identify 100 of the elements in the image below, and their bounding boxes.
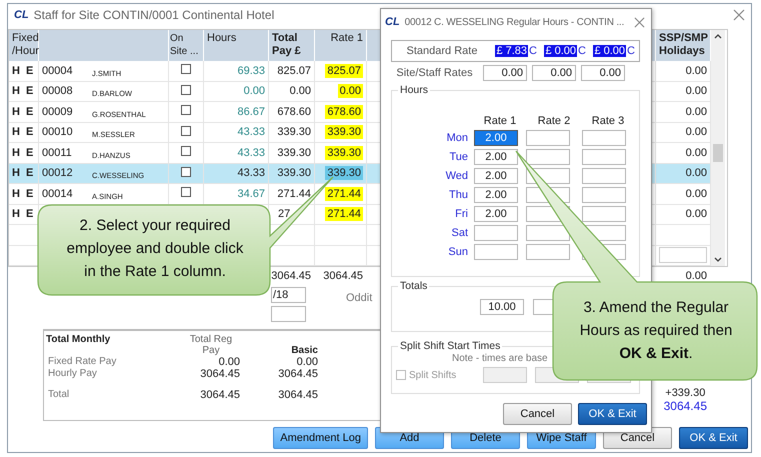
column-header: Rate 3: [590, 115, 626, 127]
total-value: 3064.45: [323, 270, 363, 282]
table-cell: 0.00: [290, 85, 311, 98]
hours-field[interactable]: [526, 244, 570, 260]
dialog-button[interactable]: OK & Exit: [578, 403, 647, 425]
scroll-up-icon[interactable]: [714, 33, 722, 39]
date-field[interactable]: /18: [271, 287, 306, 303]
column-header[interactable]: Rate 1: [315, 30, 367, 61]
checkbox[interactable]: [181, 64, 191, 74]
hours-field[interactable]: 2.00: [474, 187, 518, 203]
column-header[interactable]: Total Pay £: [269, 30, 315, 61]
table-cell: 0.00: [686, 208, 707, 220]
hours-field[interactable]: [582, 130, 626, 146]
table-cell: 43.33: [237, 167, 265, 180]
input-field[interactable]: [271, 306, 306, 322]
checkbox[interactable]: [181, 126, 191, 136]
table-cell: H: [12, 188, 20, 200]
table-cell-text: 00012: [42, 167, 74, 180]
row-label: Total: [47, 389, 70, 401]
table-cell: E: [26, 64, 34, 77]
checkbox[interactable]: [181, 166, 191, 176]
table-cell: 86.67: [237, 106, 265, 118]
action-button[interactable]: Amendment Log: [273, 427, 368, 449]
checkbox[interactable]: [396, 370, 406, 380]
table-cell[interactable]: 678.60: [325, 104, 363, 119]
column-header[interactable]: On Site ...: [169, 30, 204, 61]
dropdown-field[interactable]: [659, 247, 707, 264]
table-cell: 43.33: [237, 146, 265, 159]
app-logo: CL: [14, 9, 29, 21]
table-cell: 69.33: [237, 64, 265, 77]
hours-field[interactable]: [474, 225, 518, 241]
checkbox[interactable]: [181, 146, 191, 156]
hours-field[interactable]: [526, 130, 570, 146]
hours-field[interactable]: [474, 244, 518, 260]
hours-field[interactable]: 2.00: [474, 130, 518, 146]
table-cell[interactable]: 271.44: [325, 207, 363, 222]
row-label: Fixed Rate Pay: [47, 356, 118, 368]
table-cell: 825.07: [277, 64, 311, 77]
table-cell: 0.00: [686, 64, 707, 77]
total-field: 10.00: [480, 299, 524, 315]
table-cell: 271.44: [277, 188, 311, 200]
checkbox[interactable]: [181, 105, 191, 115]
scroll-down-icon[interactable]: [714, 257, 722, 263]
checkbox[interactable]: [181, 84, 191, 94]
field-label: Oddit: [346, 292, 372, 306]
table-cell: 0.00: [686, 126, 707, 138]
action-button[interactable]: OK & Exit: [679, 427, 748, 449]
table-cell[interactable]: 339.30: [325, 166, 363, 180]
checkbox[interactable]: [181, 187, 191, 197]
table-cell: H: [12, 146, 20, 159]
table-cell: E: [26, 126, 34, 138]
group-label: Split Shift Start Times: [398, 340, 502, 352]
table-cell: 0.00: [244, 85, 265, 98]
hours-field[interactable]: [582, 206, 626, 222]
input-field[interactable]: 0.00: [483, 65, 527, 81]
summary-value: 3064.45: [277, 368, 319, 380]
table-cell-text: 00009: [42, 106, 74, 118]
summary-value: 3064.45: [199, 368, 241, 380]
adjustment-value: +339.30: [665, 387, 706, 399]
table-cell[interactable]: 825.07: [325, 64, 363, 78]
input-field[interactable]: 0.00: [581, 65, 625, 81]
dialog-button[interactable]: Cancel: [503, 403, 572, 425]
table-cell[interactable]: 0.00: [338, 84, 363, 98]
table-cell: 43.33: [237, 126, 265, 138]
column-header[interactable]: Fixed /Hour: [9, 30, 39, 61]
table-cell[interactable]: 271.44: [325, 186, 363, 201]
table-cell-text: 00010: [42, 126, 74, 138]
hours-field[interactable]: [582, 149, 626, 165]
rate-code: C: [578, 45, 586, 57]
close-icon[interactable]: [733, 9, 745, 21]
column-header: Total Reg Pay: [188, 334, 234, 356]
day-label: Thu: [448, 189, 469, 201]
hours-field[interactable]: [526, 149, 570, 165]
rate-value: £ 0.00: [593, 45, 626, 57]
table-cell: H: [12, 208, 20, 220]
table-cell: 27: [278, 208, 290, 220]
scrollbar[interactable]: [711, 30, 725, 266]
rate-value: £ 0.00: [544, 45, 578, 57]
table-cell: 339.30: [277, 126, 311, 138]
column-header[interactable]: Hours: [204, 30, 269, 61]
summary-value: 0.00: [296, 356, 319, 368]
hours-field[interactable]: [582, 187, 626, 203]
table-cell[interactable]: 339.30: [325, 125, 363, 140]
summary-title: Total Monthly: [46, 334, 112, 347]
table-cell: E: [26, 188, 34, 200]
group-label: Hours: [398, 84, 430, 96]
table-cell-text: 00014: [42, 188, 74, 200]
app-logo: CL: [385, 16, 400, 28]
hours-field[interactable]: 2.00: [474, 206, 518, 222]
column-header[interactable]: SSP/SMP Holidays: [656, 30, 711, 61]
day-label: Sun: [447, 246, 469, 258]
table-cell[interactable]: 339.30: [325, 146, 363, 160]
close-icon[interactable]: [634, 16, 645, 28]
input-field[interactable]: 0.00: [532, 65, 576, 81]
hours-field[interactable]: 2.00: [474, 168, 518, 184]
table-cell: 678.60: [277, 106, 311, 118]
scroll-thumb[interactable]: [713, 144, 723, 162]
hours-field[interactable]: 2.00: [474, 149, 518, 165]
hours-field[interactable]: [582, 168, 626, 184]
hours-field[interactable]: [526, 225, 570, 241]
